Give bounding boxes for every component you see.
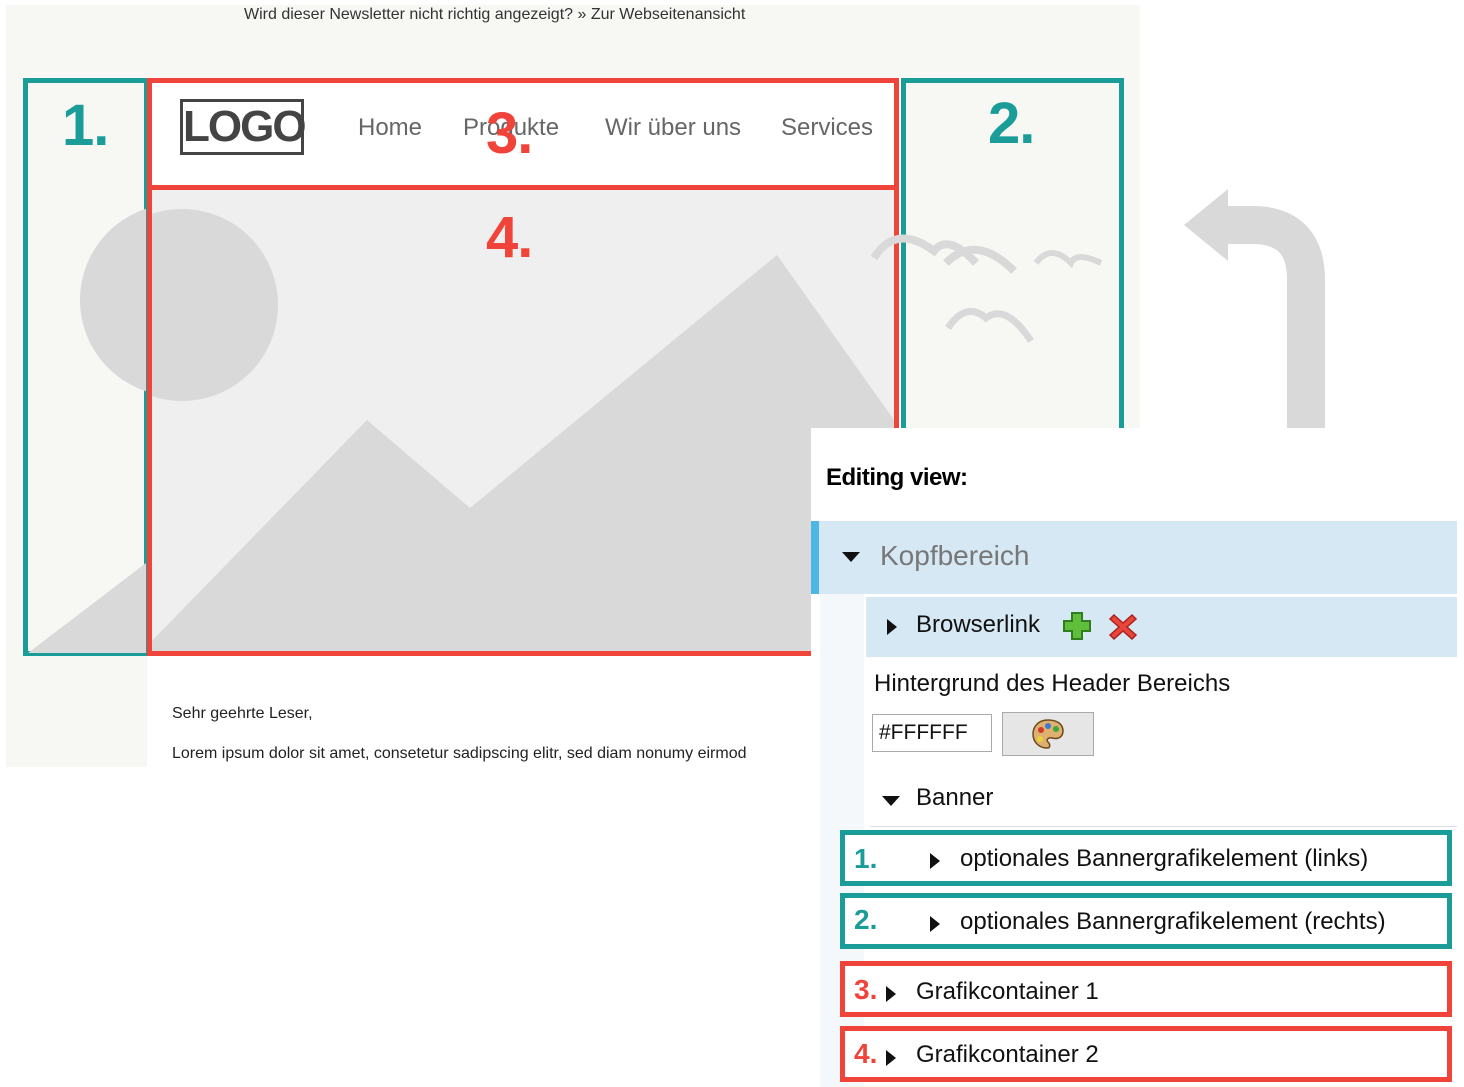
zone-number-2: 2. [988,91,1035,156]
plus-icon[interactable] [1062,611,1092,641]
color-input[interactable] [872,714,992,752]
body-text: Lorem ipsum dolor sit amet, consetetur s… [172,745,747,762]
item-number-3: 3. [854,974,878,1005]
zone-number-4: 4. [486,205,533,270]
item-number-1: 1. [854,843,878,874]
caret-right-icon[interactable] [887,619,897,635]
divider [870,826,1457,827]
caret-right-icon[interactable] [930,853,940,869]
caret-right-icon[interactable] [930,916,940,932]
banner-label: Banner [916,784,994,811]
nav-services[interactable]: Services [781,114,873,142]
caret-down-icon[interactable] [842,552,860,562]
browserlink-label: Browserlink [916,611,1041,638]
header-background-label: Hintergrund des Header Bereichs [874,670,1231,697]
banner-left-label: optionales Bannergrafikelement (links) [960,845,1369,872]
nav-home[interactable]: Home [358,114,422,142]
nav-about[interactable]: Wir über uns [605,114,741,142]
zone-number-3: 3. [486,101,533,166]
grafikcontainer-1-label: Grafikcontainer 1 [916,978,1099,1005]
item-number-2: 2. [854,904,878,935]
greeting-text: Sehr geehrte Leser, [172,705,313,722]
caret-down-icon[interactable] [882,796,900,806]
close-icon[interactable] [1108,612,1138,642]
return-arrow-icon [1184,189,1325,435]
zone-number-1: 1. [62,93,109,158]
editing-view-title: Editing view: [826,464,968,491]
banner-right-label: optionales Bannergrafikelement (rechts) [960,908,1386,935]
grafikcontainer-2-label: Grafikcontainer 2 [916,1041,1099,1068]
section-kopfbereich-label: Kopfbereich [880,540,1030,571]
caret-right-icon[interactable] [886,1050,896,1066]
item-number-4: 4. [854,1038,878,1069]
browser-view-link[interactable]: Wird dieser Newsletter nicht richtig ang… [244,6,745,24]
caret-right-icon[interactable] [886,986,896,1002]
placeholder-circle-icon [28,208,146,653]
color-picker-button[interactable] [1002,712,1094,756]
palette-icon [1032,719,1064,749]
logo: LOGO [180,99,307,155]
